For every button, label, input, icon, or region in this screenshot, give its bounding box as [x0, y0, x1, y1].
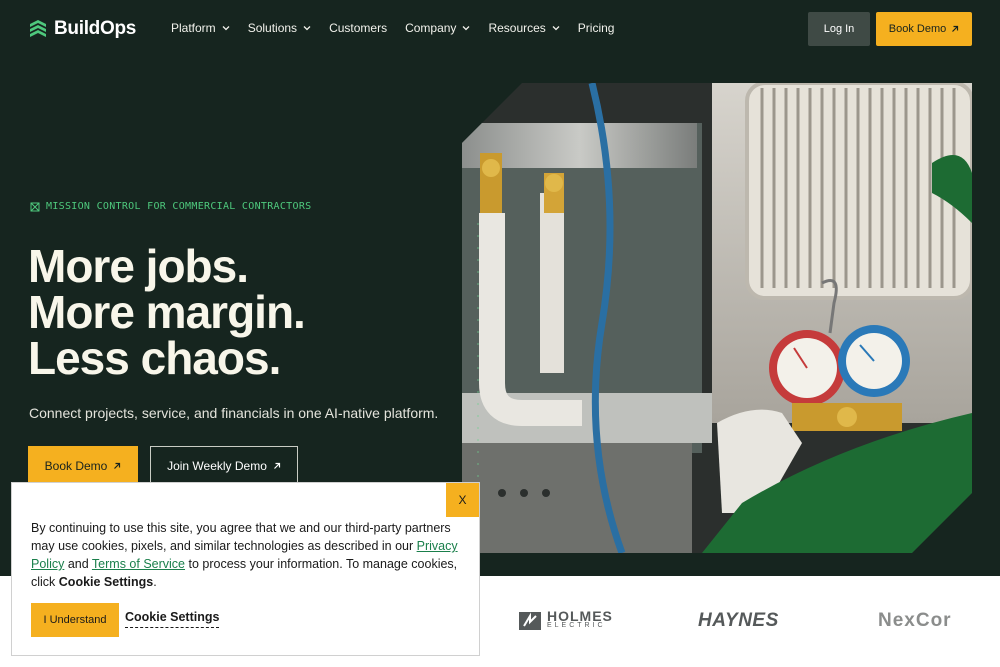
- book-demo-label: Book Demo: [888, 23, 947, 35]
- book-demo-nav-button[interactable]: Book Demo: [876, 12, 972, 46]
- holmes-mark-icon: [519, 612, 541, 630]
- cookie-text: By continuing to use this site, you agre…: [31, 519, 461, 591]
- nav-item-label: Resources: [488, 21, 546, 35]
- hero-image: [462, 83, 972, 553]
- arrow-up-right-icon: [273, 462, 281, 469]
- nav-item-label: Platform: [171, 21, 216, 35]
- chevron-down-icon: [222, 26, 230, 31]
- nav-item-company[interactable]: Company: [405, 21, 470, 35]
- hero-subhead: Connect projects, service, and financial…: [29, 405, 439, 421]
- book-demo-label: Book Demo: [44, 459, 108, 473]
- hero-eyebrow: MISSION CONTROL FOR COMMERCIAL CONTRACTO…: [30, 201, 311, 212]
- holmes-sub: ELECTRIC: [547, 622, 606, 629]
- nav-menu: Platform Solutions Customers Company Res…: [171, 21, 632, 35]
- chevron-down-icon: [552, 26, 560, 31]
- i-understand-button[interactable]: I Understand: [31, 603, 119, 637]
- cookie-text-part: By continuing to use this site, you agre…: [31, 521, 451, 553]
- cookie-settings-bold: Cookie Settings: [58, 575, 154, 589]
- hero-headline: More jobs. More margin. Less chaos.: [28, 240, 306, 384]
- login-button[interactable]: Log In: [808, 12, 870, 46]
- nav-item-label: Solutions: [247, 21, 298, 35]
- nav-item-platform[interactable]: Platform: [171, 21, 230, 35]
- logo-text: BuildOps: [54, 18, 137, 39]
- haynes-name: HAYNES: [698, 610, 779, 631]
- buildops-logo[interactable]: BuildOps: [28, 18, 136, 40]
- nexcor-logo: NexCor: [878, 608, 952, 634]
- cookie-banner: X By continuing to use this site, you ag…: [11, 482, 480, 656]
- cookie-text-part: and: [64, 557, 92, 571]
- holmes-logo: HOLMES ELECTRIC: [519, 608, 613, 634]
- haynes-logo: HAYNES: [698, 608, 779, 634]
- crosshair-icon: [30, 202, 40, 211]
- nav-item-label: Customers: [329, 21, 388, 35]
- buildops-logo-icon: [30, 20, 46, 37]
- chevron-down-icon: [462, 26, 470, 31]
- nav-item-label: Pricing: [577, 21, 615, 35]
- book-demo-hero-button[interactable]: Book Demo: [28, 446, 138, 486]
- arrow-up-right-icon: [114, 462, 121, 469]
- nexcor-name: NexCor: [878, 610, 952, 631]
- nav-item-customers[interactable]: Customers: [329, 21, 387, 35]
- chevron-down-icon: [303, 26, 311, 31]
- headline-line: Less chaos.: [28, 332, 281, 384]
- holmes-name: HOLMES: [547, 608, 613, 624]
- join-weekly-demo-label: Join Weekly Demo: [167, 459, 267, 473]
- cookie-settings-button[interactable]: Cookie Settings: [125, 610, 220, 628]
- top-nav: BuildOps Platform Solutions Customers Co…: [0, 0, 1000, 60]
- terms-of-service-link[interactable]: Terms of Service: [92, 557, 185, 571]
- cookie-text-part: .: [153, 575, 157, 589]
- nav-item-solutions[interactable]: Solutions: [248, 21, 311, 35]
- nav-item-pricing[interactable]: Pricing: [578, 21, 615, 35]
- join-weekly-demo-button[interactable]: Join Weekly Demo: [150, 446, 298, 486]
- cookie-close-button[interactable]: X: [446, 483, 479, 517]
- headline-line: More margin.: [28, 286, 306, 338]
- headline-line: More jobs.: [28, 240, 249, 292]
- arrow-up-right-icon: [952, 25, 959, 32]
- nav-item-label: Company: [405, 21, 457, 35]
- eyebrow-text: MISSION CONTROL FOR COMMERCIAL CONTRACTO…: [46, 201, 312, 212]
- nav-item-resources[interactable]: Resources: [488, 21, 560, 35]
